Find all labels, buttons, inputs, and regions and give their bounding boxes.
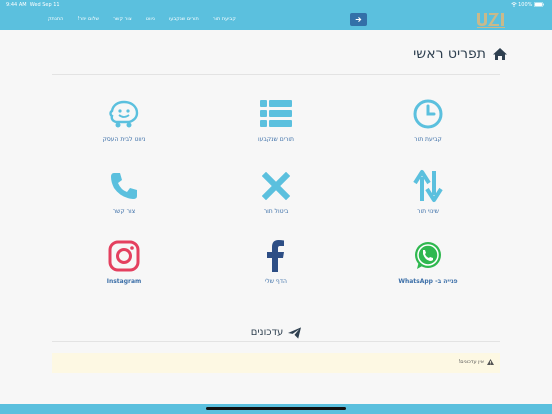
- nav-link-logout[interactable]: התנתק: [48, 16, 63, 22]
- nav-links: קביעת תור תורים שנקבעו ניווט צור קשר שלו…: [48, 16, 236, 22]
- tile-whatsapp[interactable]: פנייה ב- WhatsApp: [363, 239, 493, 285]
- tile-book-appointment[interactable]: קביעת תור: [363, 97, 493, 143]
- updates-alert: אין עדכונים!: [52, 353, 500, 373]
- tile-appointments[interactable]: תורים שנקבעו: [211, 97, 341, 143]
- wifi-icon: [510, 2, 517, 7]
- updates-title: עדכונים: [250, 327, 284, 338]
- tile-label: קביעת תור: [414, 136, 442, 143]
- tile-label: הדף שלי: [265, 278, 287, 285]
- phone-icon: [111, 173, 137, 199]
- battery-icon: [534, 2, 544, 7]
- tile-cancel-appointment[interactable]: ביטול תור: [211, 169, 341, 215]
- swap-arrows-icon: [413, 170, 443, 202]
- tile-navigate[interactable]: ניווט לבית העסק: [59, 97, 189, 143]
- instagram-icon: [108, 240, 140, 272]
- tile-change-appointment[interactable]: שינוי תור: [363, 169, 493, 215]
- tile-contact[interactable]: צור קשר: [59, 169, 189, 215]
- status-bar: 9:44 AM Wed Sep 11 100%: [0, 0, 552, 10]
- nav-link-contact[interactable]: צור קשר: [113, 16, 132, 22]
- waze-icon: [109, 100, 139, 128]
- top-navbar: קביעת תור תורים שנקבעו ניווט צור קשר שלו…: [0, 10, 552, 30]
- list-icon: [260, 100, 292, 127]
- nav-link-appointments[interactable]: תורים שנקבעו: [169, 16, 199, 22]
- updates-header: עדכונים: [0, 320, 552, 339]
- divider: [52, 341, 500, 342]
- tile-label: פנייה ב- WhatsApp: [398, 278, 458, 285]
- tile-label: צור קשר: [112, 208, 136, 215]
- clock-icon: [413, 99, 443, 129]
- tile-instagram[interactable]: Instagram: [59, 239, 189, 285]
- warning-icon: [487, 359, 494, 365]
- nav-link-navigation[interactable]: ניווט: [146, 16, 155, 22]
- tile-label: תורים שנקבעו: [258, 136, 294, 143]
- nav-link-greeting[interactable]: שלום יוזר!: [77, 16, 99, 22]
- cancel-x-icon: [262, 172, 290, 200]
- nav-link-book[interactable]: קביעת תור: [213, 16, 236, 22]
- page-header: תפריט ראשי: [413, 46, 508, 62]
- brand-logo[interactable]: [475, 11, 509, 29]
- alert-text: אין עדכונים!: [458, 359, 484, 365]
- tile-label: שינוי תור: [417, 208, 439, 215]
- tile-label: Instagram: [106, 278, 142, 285]
- whatsapp-icon: [415, 242, 441, 269]
- arrow-right-icon: [355, 17, 362, 22]
- divider: [52, 74, 500, 75]
- battery-percent: 100%: [518, 2, 533, 8]
- tile-facebook[interactable]: הדף שלי: [211, 239, 341, 285]
- nav-arrow-button[interactable]: [350, 13, 367, 26]
- facebook-icon: [267, 240, 284, 272]
- tile-label: ניווט לבית העסק: [102, 136, 146, 143]
- paper-plane-icon: [288, 326, 302, 339]
- status-time: 9:44 AM Wed Sep 11: [6, 2, 60, 8]
- page-title: תפריט ראשי: [413, 46, 486, 62]
- status-right: 100%: [510, 2, 544, 8]
- home-icon: [493, 48, 507, 60]
- home-indicator[interactable]: [206, 407, 346, 410]
- tile-label: ביטול תור: [263, 208, 289, 215]
